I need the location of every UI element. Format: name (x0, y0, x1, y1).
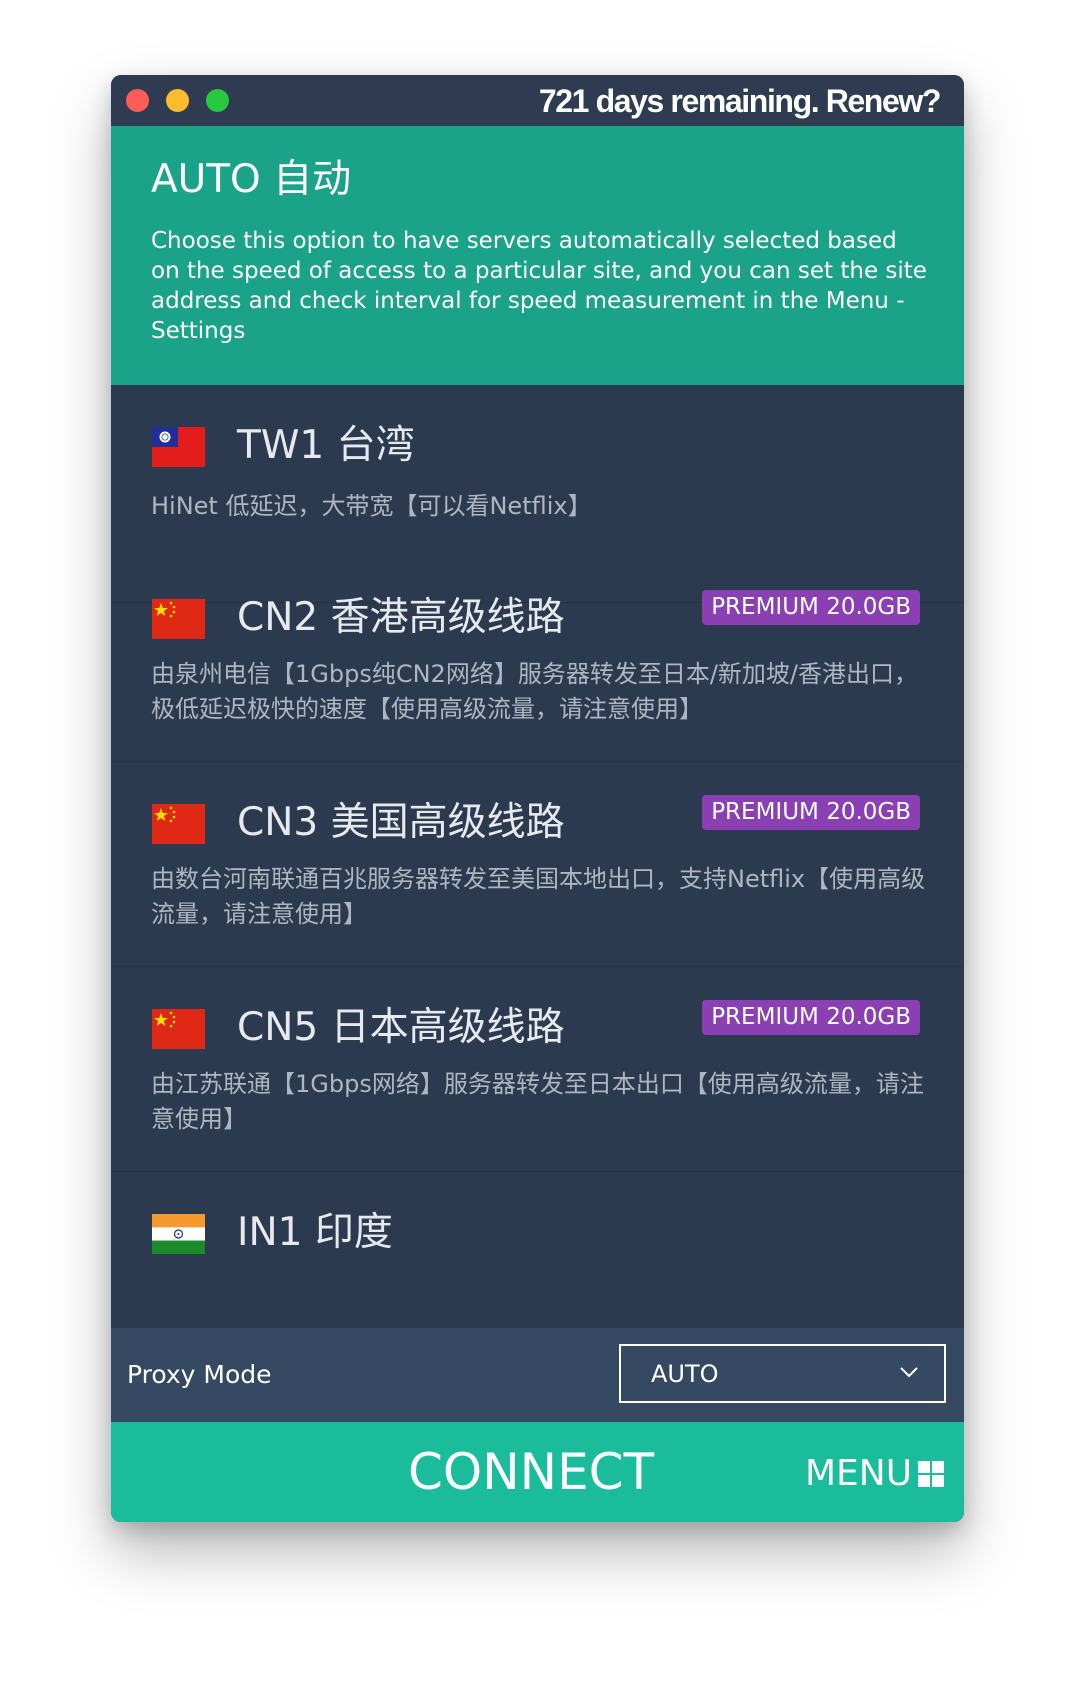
auto-option-title: AUTO 自动 (151, 157, 352, 202)
server-name: IN1 印度 (237, 1210, 393, 1255)
china-flag-icon (152, 1009, 205, 1049)
server-item-cn2[interactable]: CN2 香港高级线路 PREMIUM 20.0GB 由泉州电信【1Gbps纯CN… (111, 557, 964, 762)
server-description: HiNet 低延迟，大带宽【可以看Netflix】 (151, 492, 592, 520)
server-name: CN5 日本高级线路 (237, 1005, 565, 1050)
premium-badge: PREMIUM 20.0GB (702, 590, 920, 625)
grid-icon (916, 1459, 946, 1489)
menu-button[interactable]: MENU (805, 1452, 946, 1496)
server-name: CN2 香港高级线路 (237, 595, 565, 640)
proxy-mode-bar: Proxy Mode AUTO (111, 1328, 964, 1422)
server-list[interactable]: TW1 台湾 HiNet 低延迟，大带宽【可以看Netflix】 CN2 香港高… (111, 385, 964, 1328)
maximize-window-button[interactable] (206, 89, 229, 112)
auto-option-description: Choose this option to have servers autom… (151, 228, 927, 344)
server-name: TW1 台湾 (237, 423, 415, 468)
connect-bar: CONNECT MENU (111, 1422, 964, 1522)
minimize-window-button[interactable] (166, 89, 189, 112)
renew-link[interactable]: 721 days remaining. Renew? (539, 81, 942, 121)
server-item-cn3[interactable]: CN3 美国高级线路 PREMIUM 20.0GB 由数台河南联通百兆服务器转发… (111, 762, 964, 967)
premium-badge: PREMIUM 20.0GB (702, 1000, 920, 1035)
server-description: 由泉州电信【1Gbps纯CN2网络】服务器转发至日本/新加坡/香港出口，极低延迟… (151, 660, 918, 723)
proxy-mode-value: AUTO (651, 1360, 719, 1388)
close-window-button[interactable] (126, 89, 149, 112)
taiwan-flag-icon (152, 427, 205, 467)
premium-badge: PREMIUM 20.0GB (702, 795, 920, 830)
menu-label: MENU (805, 1453, 913, 1494)
server-description: 由江苏联通【1Gbps网络】服务器转发至日本出口【使用高级流量，请注意使用】 (151, 1070, 924, 1133)
proxy-mode-select[interactable]: AUTO (619, 1344, 946, 1403)
titlebar: 721 days remaining. Renew? (111, 75, 964, 126)
china-flag-icon (152, 804, 205, 844)
proxy-mode-label: Proxy Mode (127, 1360, 272, 1389)
server-item-cn5[interactable]: CN5 日本高级线路 PREMIUM 20.0GB 由江苏联通【1Gbps网络】… (111, 967, 964, 1172)
india-flag-icon (152, 1214, 205, 1254)
auto-option[interactable]: AUTO 自动 Choose this option to have serve… (111, 126, 964, 385)
server-name: CN3 美国高级线路 (237, 800, 565, 845)
connect-button[interactable]: CONNECT (408, 1442, 654, 1502)
server-item-in1[interactable]: IN1 印度 (111, 1172, 964, 1328)
server-description: 由数台河南联通百兆服务器转发至美国本地出口，支持Netflix【使用高级流量，请… (151, 865, 926, 928)
china-flag-icon (152, 599, 205, 639)
chevron-down-icon (900, 1367, 918, 1378)
app-window: 721 days remaining. Renew? AUTO 自动 Choos… (111, 75, 964, 1522)
